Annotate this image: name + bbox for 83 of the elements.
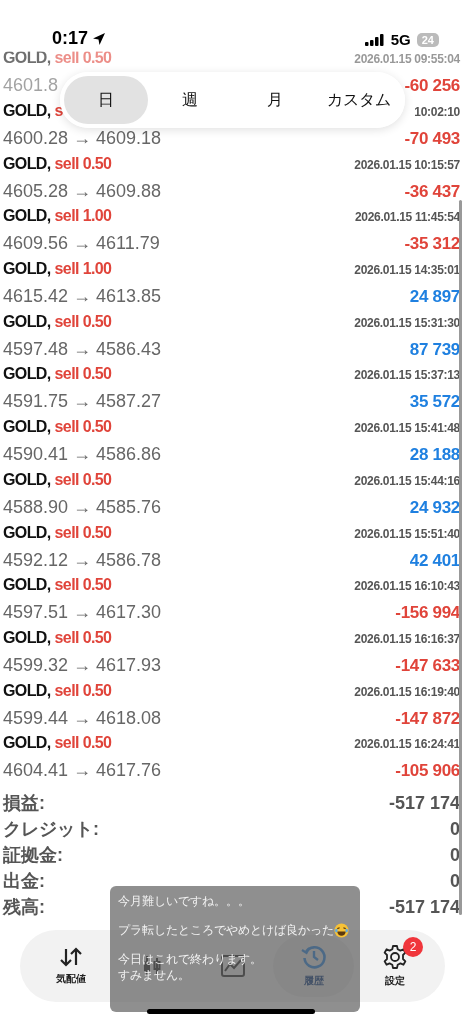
message-text: プラ転したところでやめとけば良かった: [118, 921, 334, 939]
deal-prices: 4597.51 → 4617.30: [3, 602, 162, 624]
deal-title: GOLD, sell 0.50: [3, 734, 112, 753]
network-label: 5G: [390, 31, 411, 48]
summary-label: クレジット:: [3, 817, 99, 841]
deal-prices: 4588.90 → 4585.76: [3, 496, 162, 518]
period-tab[interactable]: 日: [64, 76, 149, 124]
deal-prices: 4592.12 → 4586.78: [3, 549, 162, 571]
message-text: すみません。: [118, 967, 191, 985]
deal-time: 2026.01.15 10:15:57: [354, 157, 460, 172]
laughing-face-icon: [334, 922, 349, 938]
deal-profit: 24 932: [409, 497, 460, 518]
deal-prices: 4601.8: [3, 75, 59, 97]
notification-badge: 2: [403, 937, 423, 957]
deal-title: GOLD, sell 0.50: [3, 154, 112, 173]
deal-profit: -156 994: [395, 603, 460, 624]
summary-value: 0: [450, 871, 460, 893]
signal-icon: [364, 33, 385, 46]
deal-title: GOLD, sell 0.50: [3, 418, 112, 437]
deal-title: GOLD, sell 0.50: [3, 523, 112, 542]
deal-time: 2026.01.15 15:41:48: [354, 421, 460, 436]
summary-label: 残高:: [3, 896, 45, 920]
deal-time: 2026.01.15 11:45:54: [354, 210, 460, 225]
deal-time: 2026.01.15 16:19:40: [354, 684, 460, 699]
deal-time: 2026.01.15 15:44:16: [354, 473, 460, 488]
deal-title: GOLD, sell 0.50: [3, 312, 112, 331]
battery-indicator: 24: [416, 32, 439, 47]
summary-value: 0: [450, 818, 460, 840]
deal-profit: -105 906: [395, 761, 460, 782]
deal-prices: 4604.41 → 4617.76: [3, 760, 162, 782]
deal-prices: 4590.41 → 4586.86: [3, 444, 162, 466]
deal-profit: 28 188: [409, 445, 460, 466]
location-arrow-icon: [92, 31, 107, 46]
deal-profit: -60 256: [404, 76, 460, 97]
deal-prices: 4597.48 → 4586.43: [3, 338, 162, 360]
deal-title: GOLD, sell 0.50: [3, 576, 112, 595]
settings-icon: [381, 944, 408, 970]
deal-title: GOLD, sell 0.50: [3, 365, 112, 384]
deal-title: GOLD, sell 1.00: [3, 260, 112, 279]
deal-profit: -35 312: [404, 234, 460, 255]
tab-bar-item[interactable]: 気配値: [30, 935, 111, 997]
up-down-arrows-icon: [58, 946, 83, 968]
deal-profit: 35 572: [409, 392, 460, 413]
deal-time: 10:02:10: [414, 105, 460, 120]
deal-prices: 4591.75 → 4587.27: [3, 391, 162, 413]
deal-prices: 4609.56 → 4611.79: [3, 233, 160, 255]
deal-prices: 4599.44 → 4618.08: [3, 707, 162, 729]
deal-profit: -36 437: [404, 181, 460, 202]
deal-title: GOLD, sell 0.50: [3, 628, 112, 647]
deal-time: 2026.01.15 16:10:43: [354, 579, 460, 594]
deal-title: GOLD, sell 0.50: [3, 49, 112, 68]
deal-time: 2026.01.15 16:24:41: [354, 737, 460, 752]
period-tab[interactable]: カスタム: [316, 76, 401, 124]
deal-title: GOLD, sell 0.50: [3, 681, 112, 700]
message-text: 今月難しいですね。。。: [118, 893, 250, 910]
deal-time: 2026.01.15 15:31:30: [354, 315, 460, 330]
deal-time: 2026.01.15 15:37:13: [354, 368, 460, 383]
summary-label: 証拠金:: [3, 844, 63, 867]
summary-label: 出金:: [3, 870, 45, 894]
deal-time: 2026.01.15 09:55:04: [354, 52, 460, 67]
summary-value: -517 174: [388, 897, 460, 919]
deal-time: 2026.01.15 14:35:01: [354, 263, 460, 278]
deal-prices: 4600.28 → 4609.18: [3, 128, 162, 150]
deal-profit: 24 897: [409, 287, 460, 308]
deal-time: 2026.01.15 16:16:37: [354, 631, 460, 646]
status-time: 0:17: [52, 28, 89, 49]
deal-prices: 4615.42 → 4613.85: [3, 286, 162, 308]
deal-title: GOLD, sell 1.00: [3, 207, 112, 226]
period-tab[interactable]: 週: [148, 76, 233, 124]
deal-title: GOLD, sell 0.50: [3, 470, 112, 489]
deal-profit: -147 872: [395, 708, 460, 729]
summary-value: 0: [450, 845, 460, 866]
summary-label: 損益:: [3, 791, 45, 815]
deal-profit: 42 401: [409, 550, 460, 571]
deal-prices: 4605.28 → 4609.88: [3, 180, 162, 202]
deal-prices: 4599.32 → 4617.93: [3, 654, 162, 676]
deal-time: 2026.01.15 15:51:40: [354, 526, 460, 541]
period-tab[interactable]: 月: [232, 76, 317, 124]
deal-title: GOLD, s: [3, 102, 63, 121]
deal-profit: -70 493: [404, 129, 460, 150]
deal-profit: -147 633: [395, 655, 460, 676]
deal-profit: 87 739: [409, 339, 460, 360]
summary-value: -517 174: [388, 792, 460, 814]
